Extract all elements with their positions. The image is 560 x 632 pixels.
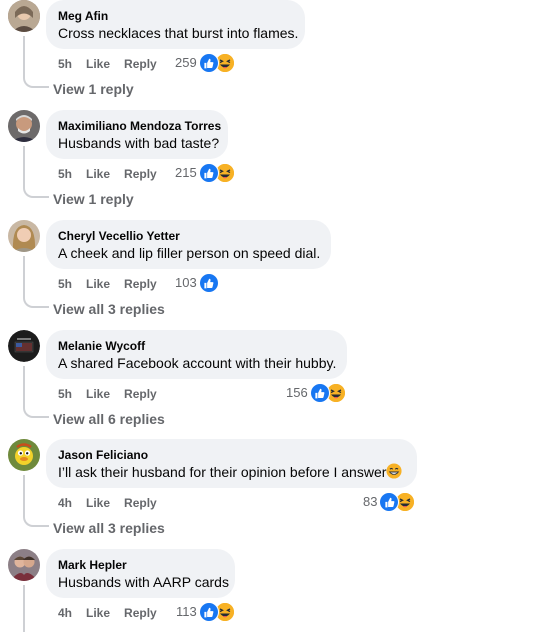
comment-author[interactable]: Melanie Wycoff (58, 338, 335, 354)
reaction-summary[interactable]: 215 (175, 163, 235, 183)
avatar[interactable] (8, 549, 40, 581)
comment-bubble: Meg Afin Cross necklaces that burst into… (46, 0, 305, 49)
like-button[interactable]: Like (86, 495, 110, 511)
reaction-count: 83 (363, 494, 378, 509)
avatar[interactable] (8, 0, 40, 32)
reply-button[interactable]: Reply (124, 276, 157, 292)
comment-text: Husbands with AARP cards (58, 574, 229, 590)
comment: Jason Feliciano I’ll ask their husband f… (0, 439, 560, 549)
comment-bubble: Mark Hepler Husbands with AARP cards (46, 549, 235, 598)
thread-connector (23, 396, 49, 418)
reaction-summary[interactable]: 103 (175, 273, 219, 293)
reaction-count: 215 (175, 165, 197, 180)
comment-bubble: Jason Feliciano I’ll ask their husband f… (46, 439, 417, 488)
thread-connector (23, 505, 49, 527)
avatar[interactable] (8, 110, 40, 142)
comment: Mark Hepler Husbands with AARP cards 4h … (0, 549, 560, 632)
comment-author[interactable]: Maximiliano Mendoza Torres (58, 118, 221, 134)
reply-button[interactable]: Reply (124, 386, 157, 402)
comment-bubble: Melanie Wycoff A shared Facebook account… (46, 330, 347, 379)
like-button[interactable]: Like (86, 166, 110, 182)
like-reaction-icon (198, 273, 219, 293)
comment-author[interactable]: Cheryl Vecellio Yetter (58, 228, 319, 244)
comment-bubble: Cheryl Vecellio Yetter A cheek and lip f… (46, 220, 331, 269)
view-replies-link[interactable]: View 1 reply (53, 80, 134, 98)
comment-actions: 5h Like Reply (58, 56, 171, 72)
reaction-count: 113 (176, 604, 197, 619)
comment-actions: 5h Like Reply (58, 276, 171, 292)
comment-time[interactable]: 5h (58, 56, 72, 72)
like-reaction-icon (198, 163, 219, 183)
comment-time[interactable]: 5h (58, 166, 72, 182)
comment-text: A shared Facebook account with their hub… (58, 355, 337, 371)
like-reaction-icon (309, 383, 330, 403)
comment-actions: 5h Like Reply (58, 386, 171, 402)
comment: Maximiliano Mendoza Torres Husbands with… (0, 110, 560, 220)
like-button[interactable]: Like (86, 386, 110, 402)
reply-button[interactable]: Reply (124, 605, 157, 621)
avatar[interactable] (8, 439, 40, 471)
comment-text: Cross necklaces that burst into flames. (58, 25, 299, 41)
thread-connector (23, 286, 49, 308)
avatar[interactable] (8, 330, 40, 362)
comment-author[interactable]: Mark Hepler (58, 557, 223, 573)
reaction-count: 156 (286, 385, 308, 400)
thread-line (23, 585, 25, 632)
comment-time[interactable]: 5h (58, 386, 72, 402)
comment-text: A cheek and lip filler person on speed d… (58, 245, 321, 261)
comment: Cheryl Vecellio Yetter A cheek and lip f… (0, 220, 560, 330)
view-replies-link[interactable]: View all 3 replies (53, 300, 165, 318)
comment-actions: 5h Like Reply (58, 166, 171, 182)
view-replies-link[interactable]: View all 6 replies (53, 410, 165, 428)
comment-author[interactable]: Meg Afin (58, 8, 293, 24)
comment-time[interactable]: 4h (58, 605, 72, 621)
reaction-count: 103 (175, 275, 197, 290)
comment-bubble: Maximiliano Mendoza Torres Husbands with… (46, 110, 228, 159)
comment: Melanie Wycoff A shared Facebook account… (0, 330, 560, 440)
reaction-summary[interactable]: 83 (363, 492, 416, 512)
reply-button[interactable]: Reply (124, 166, 157, 182)
reaction-count: 259 (175, 55, 197, 70)
reaction-summary[interactable]: 113 (176, 602, 235, 622)
comment-text: Husbands with bad taste? (58, 135, 220, 151)
reaction-summary[interactable]: 259 (175, 53, 235, 73)
comment: Meg Afin Cross necklaces that burst into… (0, 0, 560, 110)
like-reaction-icon (198, 53, 219, 73)
view-replies-link[interactable]: View all 3 replies (53, 519, 165, 537)
reaction-summary[interactable]: 156 (286, 383, 346, 403)
thread-connector (23, 66, 49, 88)
view-replies-link[interactable]: View 1 reply (53, 190, 134, 208)
comment-text-row: I’ll ask their husband for their opinion… (58, 463, 405, 484)
grinning-emoji-icon (386, 463, 402, 484)
like-button[interactable]: Like (86, 276, 110, 292)
comment-actions: 4h Like Reply (58, 605, 171, 621)
comment-time[interactable]: 5h (58, 276, 72, 292)
like-reaction-icon (198, 602, 219, 622)
thread-connector (23, 176, 49, 198)
reply-button[interactable]: Reply (124, 495, 157, 511)
like-button[interactable]: Like (86, 605, 110, 621)
comment-actions: 4h Like Reply (58, 495, 171, 511)
like-button[interactable]: Like (86, 56, 110, 72)
avatar[interactable] (8, 220, 40, 252)
comment-author[interactable]: Jason Feliciano (58, 447, 405, 463)
comment-time[interactable]: 4h (58, 495, 72, 511)
comment-text: I’ll ask their husband for their opinion… (58, 464, 387, 480)
reply-button[interactable]: Reply (124, 56, 157, 72)
